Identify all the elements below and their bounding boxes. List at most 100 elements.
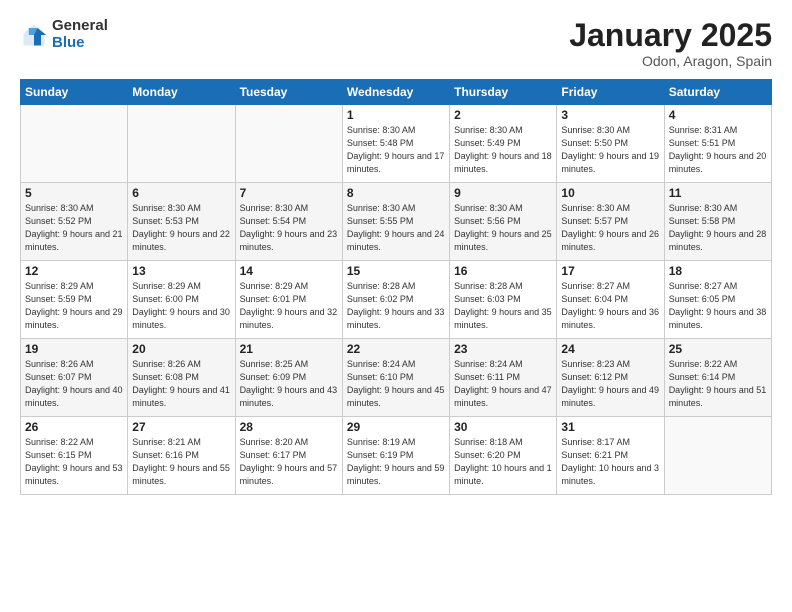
- header-sunday: Sunday: [21, 80, 128, 105]
- day-info: Sunrise: 8:30 AM Sunset: 5:53 PM Dayligh…: [132, 202, 230, 254]
- table-row: 17Sunrise: 8:27 AM Sunset: 6:04 PM Dayli…: [557, 261, 664, 339]
- day-number: 6: [132, 186, 230, 200]
- table-row: 31 Sunrise: 8:17 AM Sunset: 6:21 PM Dayli…: [557, 417, 664, 495]
- day-info: Sunrise: 8:31 AM Sunset: 5:51 PM Dayligh…: [669, 124, 767, 176]
- table-row: 30 Sunrise: 8:18 AM Sunset: 6:20 PM Dayli…: [450, 417, 557, 495]
- day-info: Sunrise: 8:24 AM Sunset: 6:11 PM Dayligh…: [454, 358, 552, 410]
- calendar-week-row: 12 Sunrise: 8:29 AM Sunset: 5:59 PM Dayli…: [21, 261, 772, 339]
- calendar-week-row: 5 Sunrise: 8:30 AM Sunset: 5:52 PM Daylig…: [21, 183, 772, 261]
- table-row: 10Sunrise: 8:30 AM Sunset: 5:57 PM Dayli…: [557, 183, 664, 261]
- table-row: 5 Sunrise: 8:30 AM Sunset: 5:52 PM Daylig…: [21, 183, 128, 261]
- table-row: 2 Sunrise: 8:30 AM Sunset: 5:49 PM Daylig…: [450, 105, 557, 183]
- table-row: 23 Sunrise: 8:24 AM Sunset: 6:11 PM Dayli…: [450, 339, 557, 417]
- calendar-header-row: Sunday Monday Tuesday Wednesday Thursday…: [21, 80, 772, 105]
- day-info: Sunrise: 8:30 AM Sunset: 5:49 PM Dayligh…: [454, 124, 552, 176]
- day-info: Sunrise: 8:30 AM Sunset: 5:50 PM Dayligh…: [561, 124, 659, 176]
- header-wednesday: Wednesday: [342, 80, 449, 105]
- day-number: 16: [454, 264, 552, 278]
- day-number: 28: [240, 420, 338, 434]
- day-number: 2: [454, 108, 552, 122]
- table-row: 6 Sunrise: 8:30 AM Sunset: 5:53 PM Daylig…: [128, 183, 235, 261]
- day-number: 11: [669, 186, 767, 200]
- day-number: 14: [240, 264, 338, 278]
- day-number: 24: [561, 342, 659, 356]
- day-info: Sunrise: 8:30 AM Sunset: 5:55 PM Dayligh…: [347, 202, 445, 254]
- table-row: 8 Sunrise: 8:30 AM Sunset: 5:55 PM Daylig…: [342, 183, 449, 261]
- day-info: Sunrise: 8:30 AM Sunset: 5:52 PM Dayligh…: [25, 202, 123, 254]
- day-info: Sunrise: 8:26 AM Sunset: 6:08 PM Dayligh…: [132, 358, 230, 410]
- day-number: 5: [25, 186, 123, 200]
- calendar-week-row: 26 Sunrise: 8:22 AM Sunset: 6:15 PM Dayli…: [21, 417, 772, 495]
- header-friday: Friday: [557, 80, 664, 105]
- day-info: Sunrise: 8:25 AM Sunset: 6:09 PM Dayligh…: [240, 358, 338, 410]
- day-number: 12: [25, 264, 123, 278]
- table-row: 21 Sunrise: 8:25 AM Sunset: 6:09 PM Dayli…: [235, 339, 342, 417]
- day-info: Sunrise: 8:17 AM Sunset: 6:21 PM Dayligh…: [561, 436, 659, 488]
- day-info: Sunrise: 8:18 AM Sunset: 6:20 PM Dayligh…: [454, 436, 552, 488]
- table-row: 26 Sunrise: 8:22 AM Sunset: 6:15 PM Dayli…: [21, 417, 128, 495]
- day-info: Sunrise: 8:27 AM Sunset: 6:05 PM Dayligh…: [669, 280, 767, 332]
- day-number: 29: [347, 420, 445, 434]
- header-thursday: Thursday: [450, 80, 557, 105]
- day-info: Sunrise: 8:20 AM Sunset: 6:17 PM Dayligh…: [240, 436, 338, 488]
- day-number: 18: [669, 264, 767, 278]
- header-saturday: Saturday: [664, 80, 771, 105]
- table-row: 7Sunrise: 8:30 AM Sunset: 5:54 PM Daylig…: [235, 183, 342, 261]
- day-info: Sunrise: 8:29 AM Sunset: 6:00 PM Dayligh…: [132, 280, 230, 332]
- day-info: Sunrise: 8:19 AM Sunset: 6:19 PM Dayligh…: [347, 436, 445, 488]
- day-number: 26: [25, 420, 123, 434]
- day-info: Sunrise: 8:27 AM Sunset: 6:04 PM Dayligh…: [561, 280, 659, 332]
- day-number: 1: [347, 108, 445, 122]
- table-row: 12 Sunrise: 8:29 AM Sunset: 5:59 PM Dayli…: [21, 261, 128, 339]
- day-info: Sunrise: 8:29 AM Sunset: 5:59 PM Dayligh…: [25, 280, 123, 332]
- day-info: Sunrise: 8:23 AM Sunset: 6:12 PM Dayligh…: [561, 358, 659, 410]
- day-number: 19: [25, 342, 123, 356]
- calendar-table: Sunday Monday Tuesday Wednesday Thursday…: [20, 79, 772, 495]
- day-number: 7: [240, 186, 338, 200]
- table-row: [664, 417, 771, 495]
- calendar-week-row: 1 Sunrise: 8:30 AM Sunset: 5:48 PM Daylig…: [21, 105, 772, 183]
- logo-general-text: General: [52, 18, 108, 35]
- table-row: 15Sunrise: 8:28 AM Sunset: 6:02 PM Dayli…: [342, 261, 449, 339]
- table-row: 13 Sunrise: 8:29 AM Sunset: 6:00 PM Dayli…: [128, 261, 235, 339]
- table-row: 3 Sunrise: 8:30 AM Sunset: 5:50 PM Daylig…: [557, 105, 664, 183]
- day-number: 31: [561, 420, 659, 434]
- day-number: 10: [561, 186, 659, 200]
- day-number: 30: [454, 420, 552, 434]
- table-row: 24 Sunrise: 8:23 AM Sunset: 6:12 PM Dayli…: [557, 339, 664, 417]
- page-subtitle: Odon, Aragon, Spain: [569, 53, 772, 69]
- logo: General Blue: [20, 18, 108, 51]
- day-number: 15: [347, 264, 445, 278]
- table-row: 4Sunrise: 8:31 AM Sunset: 5:51 PM Daylig…: [664, 105, 771, 183]
- day-info: Sunrise: 8:22 AM Sunset: 6:15 PM Dayligh…: [25, 436, 123, 488]
- table-row: 16Sunrise: 8:28 AM Sunset: 6:03 PM Dayli…: [450, 261, 557, 339]
- day-info: Sunrise: 8:29 AM Sunset: 6:01 PM Dayligh…: [240, 280, 338, 332]
- table-row: 29 Sunrise: 8:19 AM Sunset: 6:19 PM Dayli…: [342, 417, 449, 495]
- table-row: [235, 105, 342, 183]
- day-info: Sunrise: 8:21 AM Sunset: 6:16 PM Dayligh…: [132, 436, 230, 488]
- header-monday: Monday: [128, 80, 235, 105]
- day-number: 9: [454, 186, 552, 200]
- table-row: 25Sunrise: 8:22 AM Sunset: 6:14 PM Dayli…: [664, 339, 771, 417]
- day-number: 21: [240, 342, 338, 356]
- day-number: 13: [132, 264, 230, 278]
- day-number: 8: [347, 186, 445, 200]
- table-row: 27 Sunrise: 8:21 AM Sunset: 6:16 PM Dayli…: [128, 417, 235, 495]
- day-number: 27: [132, 420, 230, 434]
- day-info: Sunrise: 8:30 AM Sunset: 5:48 PM Dayligh…: [347, 124, 445, 176]
- day-number: 23: [454, 342, 552, 356]
- table-row: 1 Sunrise: 8:30 AM Sunset: 5:48 PM Daylig…: [342, 105, 449, 183]
- table-row: 18 Sunrise: 8:27 AM Sunset: 6:05 PM Dayli…: [664, 261, 771, 339]
- title-block: January 2025 Odon, Aragon, Spain: [569, 18, 772, 69]
- table-row: 14 Sunrise: 8:29 AM Sunset: 6:01 PM Dayli…: [235, 261, 342, 339]
- day-info: Sunrise: 8:30 AM Sunset: 5:56 PM Dayligh…: [454, 202, 552, 254]
- day-number: 3: [561, 108, 659, 122]
- table-row: 20Sunrise: 8:26 AM Sunset: 6:08 PM Dayli…: [128, 339, 235, 417]
- logo-blue-text: Blue: [52, 35, 108, 52]
- page-title: January 2025: [569, 18, 772, 53]
- table-row: 22Sunrise: 8:24 AM Sunset: 6:10 PM Dayli…: [342, 339, 449, 417]
- table-row: 28 Sunrise: 8:20 AM Sunset: 6:17 PM Dayli…: [235, 417, 342, 495]
- day-info: Sunrise: 8:26 AM Sunset: 6:07 PM Dayligh…: [25, 358, 123, 410]
- calendar-week-row: 19 Sunrise: 8:26 AM Sunset: 6:07 PM Dayli…: [21, 339, 772, 417]
- logo-icon: [20, 21, 48, 49]
